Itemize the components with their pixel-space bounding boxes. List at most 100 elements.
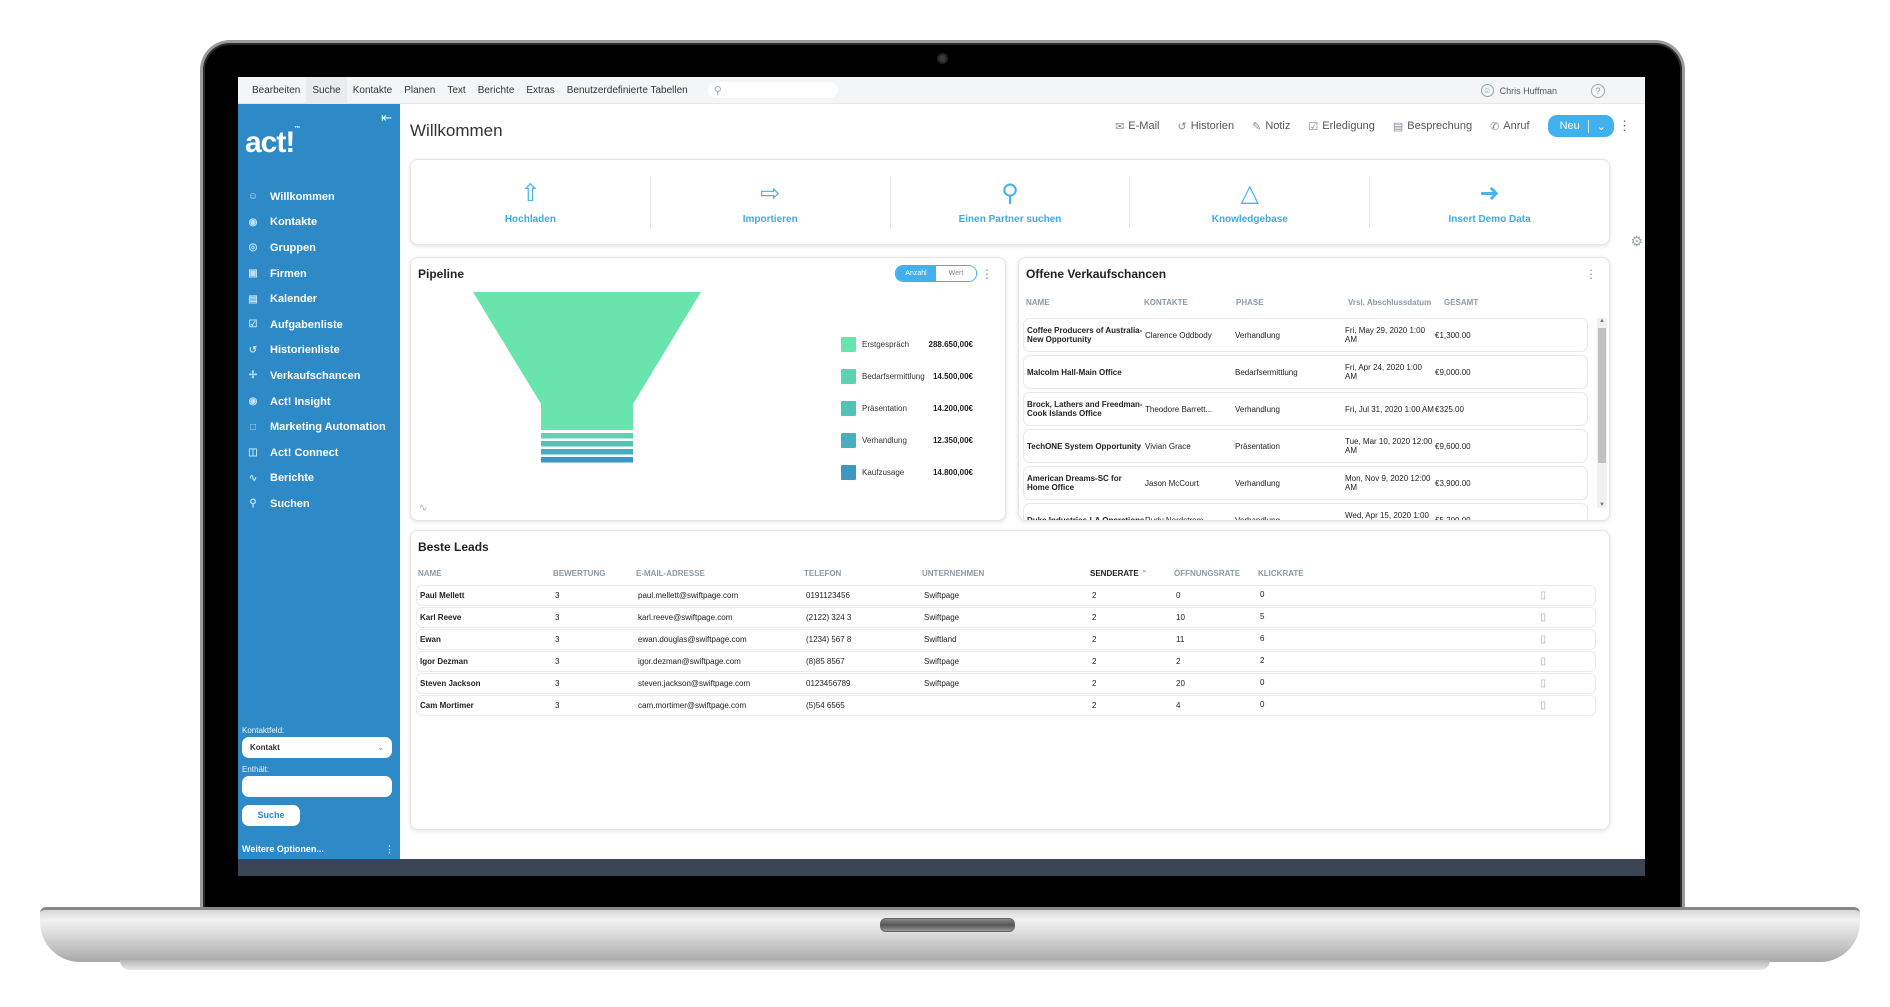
sidebar-item-marketing-automation[interactable]: □ Marketing Automation <box>238 414 400 440</box>
sidebar-item-willkommen[interactable]: ☺ Willkommen <box>238 184 400 210</box>
legend-value: 288.650,00€ <box>928 339 974 349</box>
col-email[interactable]: E-MAIL-ADRESSE <box>636 569 804 578</box>
quick-action-find-partner[interactable]: ⚲ Einen Partner suchen <box>891 176 1131 228</box>
col-name[interactable]: NAME <box>1026 298 1144 307</box>
col-kontakte[interactable]: KONTAKTE <box>1144 298 1236 307</box>
sidebar-item-verkaufschancen[interactable]: ✢ Verkaufschancen <box>238 363 400 389</box>
sidebar-item-historienliste[interactable]: ↺ Historienliste <box>238 338 400 364</box>
col-telefon[interactable]: TELEFON <box>804 569 922 578</box>
scroll-down-icon[interactable]: ▼ <box>1597 502 1607 508</box>
more-options-link[interactable]: Weitere Optionen... <box>242 844 324 855</box>
col-klickrate[interactable]: KLICKRATE <box>1258 569 1558 578</box>
col-senderate[interactable]: SENDERATE ⌃ <box>1090 569 1174 578</box>
trash-icon[interactable]: ▯ <box>1540 656 1546 667</box>
col-bewertung[interactable]: BEWERTUNG <box>553 569 636 578</box>
sidebar-item-gruppen[interactable]: ◎ Gruppen <box>238 235 400 261</box>
scrollbar[interactable]: ▲ ▼ <box>1597 318 1607 508</box>
quick-action-knowledgebase[interactable]: △ Knowledgebase <box>1130 176 1371 228</box>
lead-click-rate: 2 ▯ <box>1260 656 1560 667</box>
lead-row[interactable]: Cam Mortimer 3 cam.mortimer@swiftpage.com (… <box>416 695 1596 716</box>
toggle-anzahl[interactable]: Anzahl <box>896 266 936 281</box>
contains-input[interactable] <box>242 776 392 797</box>
user-menu[interactable]: ☺ Chris Huffman <box>1480 77 1557 104</box>
email-action[interactable]: ✉ E-Mail <box>1115 120 1159 133</box>
funnel-stage-kaufzusage[interactable] <box>541 457 633 463</box>
opportunity-row[interactable]: Brock, Lathers and Freedman-Cook Islands… <box>1023 392 1588 426</box>
sidebar-item-kontakte[interactable]: ◉ Kontakte <box>238 210 400 236</box>
menu-custom-tables[interactable]: Benutzerdefinierte Tabellen <box>561 77 694 104</box>
scroll-thumb[interactable] <box>1598 328 1606 463</box>
collapse-sidebar-icon[interactable]: ⇤ <box>381 110 392 126</box>
menu-bearbeiten[interactable]: Bearbeiten <box>246 77 306 104</box>
col-oeffnungsrate[interactable]: ÖFFNUNGSRATE <box>1174 569 1258 578</box>
kebab-icon[interactable]: ⋮ <box>385 844 394 855</box>
toggle-wert[interactable]: Wert <box>936 266 976 281</box>
contact-field-select[interactable]: Kontakt ⌄ <box>242 737 392 758</box>
kebab-icon[interactable]: ⋮ <box>1618 118 1631 134</box>
sidebar-item-berichte[interactable]: ∿ Berichte <box>238 466 400 492</box>
menu-suche[interactable]: Suche <box>306 77 347 104</box>
call-action[interactable]: ✆ Anruf <box>1490 120 1530 133</box>
menu-berichte[interactable]: Berichte <box>472 77 521 104</box>
kebab-icon[interactable]: ⋮ <box>1585 267 1597 281</box>
sidebar-item-aufgabenliste[interactable]: ☑ Aufgabenliste <box>238 312 400 338</box>
menu-planen[interactable]: Planen <box>398 77 441 104</box>
menu-kontakte[interactable]: Kontakte <box>347 77 398 104</box>
lead-name: Paul Mellett <box>420 591 465 600</box>
sidebar-item-suchen[interactable]: ⚲ Suchen <box>238 491 400 517</box>
sidebar-item-act-insight[interactable]: ◉ Act! Insight <box>238 389 400 415</box>
col-close-date[interactable]: Vrsl. Abschlussdatum <box>1348 298 1444 307</box>
note-action[interactable]: ✎ Notiz <box>1252 120 1290 133</box>
col-name[interactable]: NAME <box>418 569 553 578</box>
more-options[interactable]: Weitere Optionen... ⋮ <box>242 844 394 855</box>
menu-bar: Bearbeiten Suche Kontakte Planen Text Be… <box>238 77 1645 104</box>
col-phase[interactable]: PHASE <box>1236 298 1348 307</box>
new-button[interactable]: Neu ⌄ <box>1547 115 1614 137</box>
sidebar-item-firmen[interactable]: ▣ Firmen <box>238 261 400 287</box>
kebab-icon[interactable]: ⋮ <box>981 267 993 281</box>
quick-action-insert-demo[interactable]: ➜ Insert Demo Data <box>1370 176 1609 228</box>
quick-action-import[interactable]: ⇨ Importieren <box>651 176 891 228</box>
col-unternehmen[interactable]: UNTERNEHMEN <box>922 569 1090 578</box>
trash-icon[interactable]: ▯ <box>1540 678 1546 689</box>
meeting-action[interactable]: ▤ Besprechung <box>1393 120 1472 133</box>
sidebar-item-kalender[interactable]: ▤ Kalender <box>238 286 400 312</box>
funnel-stage-bedarfsermittlung[interactable] <box>541 433 633 439</box>
lead-row[interactable]: Steven Jackson 3 steven.jackson@swiftpage.… <box>416 673 1596 694</box>
opportunity-row[interactable]: Malcolm Hall-Main Office Bedarfsermittlun… <box>1023 355 1588 389</box>
lead-row[interactable]: Paul Mellett 3 paul.mellett@swiftpage.com 0… <box>416 585 1596 606</box>
scroll-up-icon[interactable]: ▲ <box>1597 318 1607 324</box>
menu-text[interactable]: Text <box>441 77 471 104</box>
trash-icon[interactable]: ▯ <box>1540 700 1546 711</box>
quick-action-upload[interactable]: ⇧ Hochladen <box>411 176 651 228</box>
trash-icon[interactable]: ▯ <box>1540 612 1546 623</box>
pipeline-toggle[interactable]: Anzahl Wert <box>895 265 977 282</box>
lead-row[interactable]: Ewan 3 ewan.douglas@swiftpage.com (1234) 56… <box>416 629 1596 650</box>
sidebar-search-button[interactable]: Suche <box>242 805 300 826</box>
funnel-stage-erstgespräch[interactable] <box>473 292 701 430</box>
opportunity-row[interactable]: American Dreams-SC for Home Office Jason … <box>1023 466 1588 500</box>
opportunity-row[interactable]: TechONE System Opportunity Vivian Grace Pr… <box>1023 429 1588 463</box>
opportunity-row[interactable]: Duke Industries-LA Operations Rudy Nordst… <box>1023 503 1588 520</box>
global-search-input[interactable]: ⚲ <box>707 82 838 98</box>
col-gesamt[interactable]: GESAMT <box>1444 298 1524 307</box>
area-chart-icon[interactable]: ∿ <box>419 503 427 514</box>
menu-extras[interactable]: Extras <box>520 77 560 104</box>
lead-rating: 3 <box>555 679 560 688</box>
help-icon[interactable]: ? <box>1591 84 1605 98</box>
chevron-down-icon[interactable]: ⌄ <box>1597 120 1606 133</box>
lead-row[interactable]: Karl Reeve 3 karl.reeve@swiftpage.com (2122… <box>416 607 1596 628</box>
trash-icon[interactable]: ▯ <box>1540 590 1546 601</box>
opportunity-row[interactable]: Coffee Producers of Australia-New Opport… <box>1023 318 1588 352</box>
funnel-stage-verhandlung[interactable] <box>541 449 633 455</box>
group-icon: ◎ <box>248 242 258 254</box>
gear-icon[interactable]: ⚙ <box>1630 233 1643 250</box>
funnel-stage-präsentation[interactable] <box>541 441 633 447</box>
lead-phone: (2122) 324 3 <box>806 613 852 622</box>
lead-click-rate: 5 ▯ <box>1260 612 1560 623</box>
sidebar-item-act-connect[interactable]: ◫ Act! Connect <box>238 440 400 466</box>
history-action[interactable]: ↺ Historien <box>1177 120 1234 133</box>
trash-icon[interactable]: ▯ <box>1540 634 1546 645</box>
lead-row[interactable]: Igor Dezman 3 igor.dezman@swiftpage.com (8)… <box>416 651 1596 672</box>
task-action[interactable]: ☑ Erledigung <box>1308 120 1374 133</box>
